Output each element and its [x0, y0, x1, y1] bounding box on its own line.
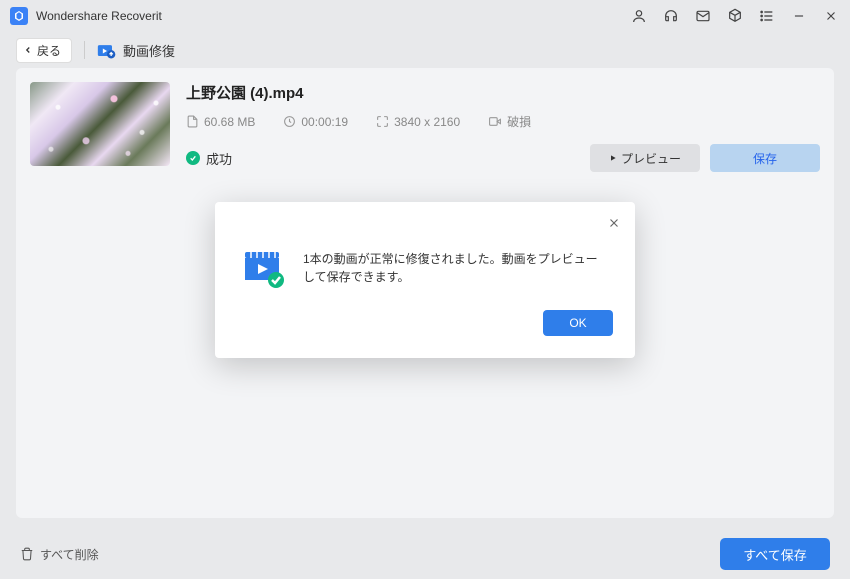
close-icon — [607, 216, 621, 230]
headset-icon[interactable] — [662, 7, 680, 25]
file-card: 上野公園 (4).mp4 60.68 MB 00:00:19 3840 x 21… — [30, 82, 820, 172]
cube-icon[interactable] — [726, 7, 744, 25]
divider — [84, 41, 85, 59]
feature-label: 動画修復 — [97, 41, 175, 60]
chevron-left-icon — [23, 45, 33, 55]
modal-message: 1本の動画が正常に修復されました。動画をプレビューして保存できます。 — [303, 250, 607, 286]
file-resolution: 3840 x 2160 — [376, 115, 460, 129]
save-all-button[interactable]: すべて保存 — [720, 538, 830, 570]
mail-icon[interactable] — [694, 7, 712, 25]
file-condition: 破損 — [488, 113, 531, 130]
delete-all-button[interactable]: すべて削除 — [20, 546, 99, 563]
save-button[interactable]: 保存 — [710, 144, 820, 172]
video-repair-icon — [97, 42, 117, 58]
file-icon — [186, 115, 199, 128]
modal-ok-button[interactable]: OK — [543, 310, 613, 336]
footer: すべて削除 すべて保存 — [0, 529, 850, 579]
modal-close-button[interactable] — [607, 216, 621, 230]
back-label: 戻る — [37, 42, 61, 59]
clock-icon — [283, 115, 296, 128]
video-thumbnail[interactable] — [30, 82, 170, 166]
modal-success-icon — [243, 250, 287, 286]
maximize-icon — [376, 115, 389, 128]
close-icon[interactable] — [822, 7, 840, 25]
minimize-icon[interactable] — [790, 7, 808, 25]
play-icon — [609, 154, 617, 162]
trash-icon — [20, 547, 34, 561]
file-name: 上野公園 (4).mp4 — [186, 82, 820, 103]
file-duration: 00:00:19 — [283, 115, 348, 129]
status-success: 成功 — [186, 149, 232, 168]
back-button[interactable]: 戻る — [16, 38, 72, 63]
preview-button[interactable]: プレビュー — [590, 144, 700, 172]
feature-text: 動画修復 — [123, 41, 175, 60]
titlebar: Wondershare Recoverit — [0, 0, 850, 32]
toolbar: 戻る 動画修復 — [0, 32, 850, 68]
list-icon[interactable] — [758, 7, 776, 25]
app-logo-icon — [10, 7, 28, 25]
app-title: Wondershare Recoverit — [36, 9, 630, 23]
file-size: 60.68 MB — [186, 115, 255, 129]
user-icon[interactable] — [630, 7, 648, 25]
success-modal: 1本の動画が正常に修復されました。動画をプレビューして保存できます。 OK — [215, 202, 635, 358]
check-circle-icon — [186, 151, 200, 165]
video-icon — [488, 115, 502, 128]
